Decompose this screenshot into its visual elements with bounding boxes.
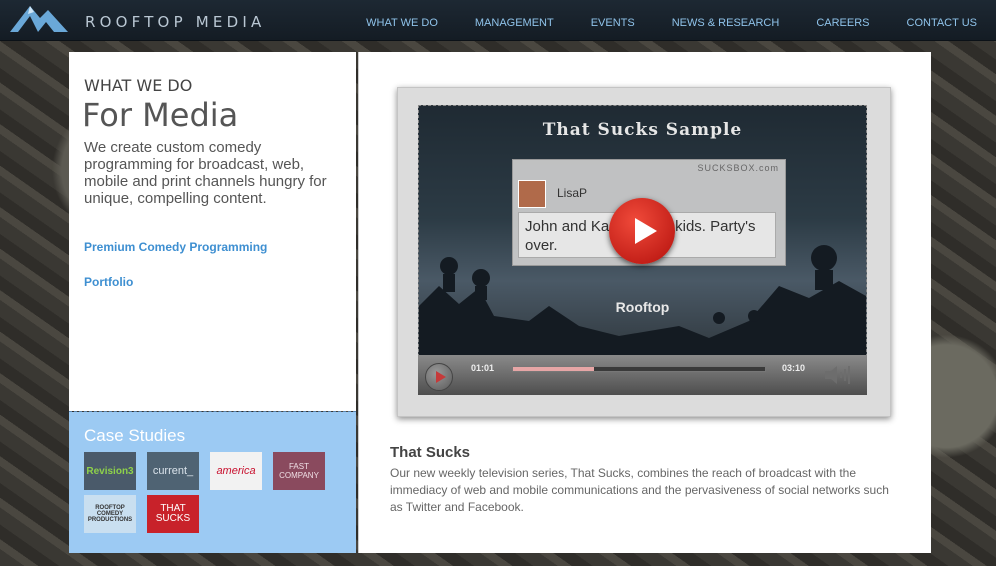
play-button-icon[interactable] [425,363,453,391]
case-study-revision3[interactable]: Revision3 [84,452,136,490]
duration: 03:10 [782,363,806,373]
brand-name[interactable]: ROOFTOP MEDIA [85,13,265,31]
description-text: Our new weekly television series, That S… [390,466,889,514]
nav-contact-us[interactable]: CONTACT US [907,0,978,40]
nav-news-research[interactable]: NEWS & RESEARCH [672,0,780,40]
case-study-label: current_ [152,465,194,477]
video-caption: Rooftop [615,299,670,315]
case-studies-panel: Case Studies Revision3 current_ america … [69,412,356,553]
nav-what-we-do[interactable]: WHAT WE DO [366,0,438,40]
case-study-rooftop-comedy[interactable]: ROOFTOP COMEDY PRODUCTIONS [84,495,136,533]
top-bar: ROOFTOP MEDIA WHAT WE DO MANAGEMENT EVEN… [0,0,996,41]
card-username: LisaP [557,186,588,200]
section-label: WHAT WE DO [84,76,193,95]
card-brand: SUCKSBOX.com [697,163,779,173]
current-time: 01:01 [471,363,495,373]
case-study-virgin-america[interactable]: america [210,452,262,490]
nav-management[interactable]: MANAGEMENT [475,0,554,40]
progress-slider[interactable] [512,366,766,372]
case-study-that-sucks[interactable]: THAT SUCKS [147,495,199,533]
main-nav: WHAT WE DO MANAGEMENT EVENTS NEWS & RESE… [366,0,996,40]
video-controls: 01:01 03:10 [418,355,867,395]
description-title: That Sucks [390,444,471,461]
case-study-label: america [216,465,256,477]
case-study-current[interactable]: current_ [147,452,199,490]
nav-events[interactable]: EVENTS [591,0,635,40]
intro-text: We create custom comedy programming for … [84,139,327,207]
link-portfolio[interactable]: Portfolio [84,275,133,289]
sidebar-panel: WHAT WE DO For Media We create custom co… [69,52,356,411]
video-screen[interactable]: That Sucks Sample SUCKSBOX.com LisaP Joh… [418,105,867,357]
case-study-label: THAT SUCKS [155,503,191,524]
case-studies-title: Case Studies [84,426,186,445]
nav-careers[interactable]: CAREERS [816,0,869,40]
case-study-label: FAST COMPANY [279,462,319,480]
page-title: For Media [82,96,239,134]
main-panel: That Sucks Sample SUCKSBOX.com LisaP Joh… [358,52,931,553]
case-study-label: Revision3 [86,465,134,477]
case-study-label: ROOFTOP COMEDY PRODUCTIONS [87,505,133,523]
video-player: That Sucks Sample SUCKSBOX.com LisaP Joh… [397,87,891,417]
link-premium-comedy-programming[interactable]: Premium Comedy Programming [84,240,267,254]
play-icon[interactable] [609,198,675,264]
progress-fill [513,367,594,371]
avatar [518,180,546,208]
case-study-fast-company[interactable]: FAST COMPANY [273,452,325,490]
mountain-logo-icon[interactable] [10,2,70,36]
video-title: That Sucks Sample [542,120,743,140]
volume-icon[interactable] [823,363,855,387]
